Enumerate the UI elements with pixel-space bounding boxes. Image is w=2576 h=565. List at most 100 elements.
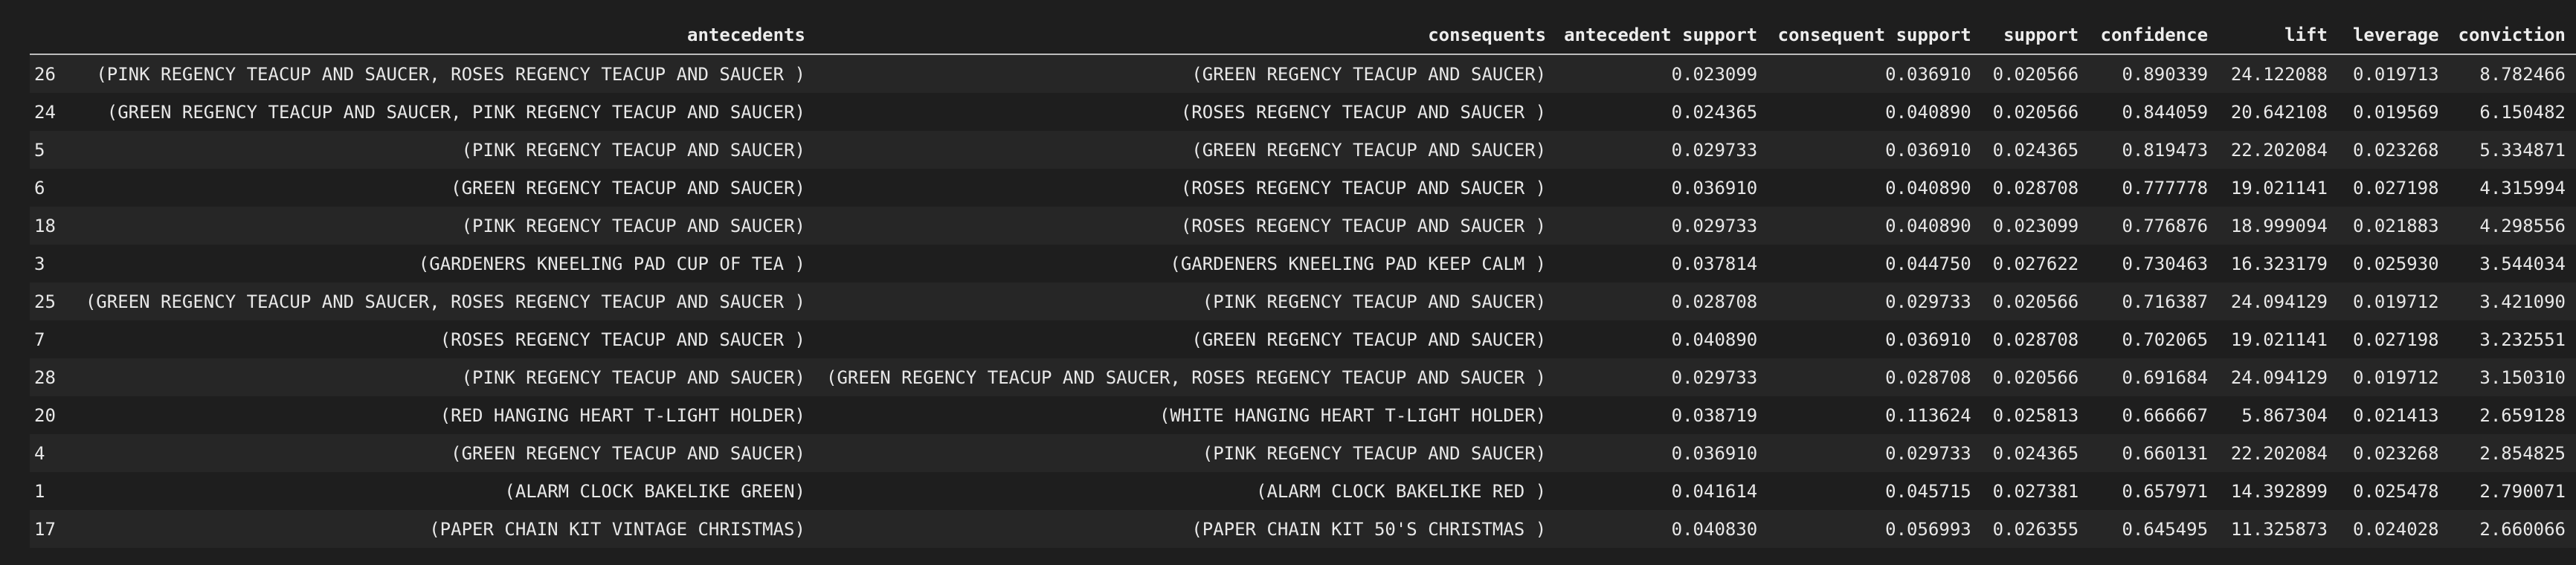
cell-lift: 22.202084 xyxy=(2218,434,2338,472)
cell-consequents: (ROSES REGENCY TEACUP AND SAUCER ) xyxy=(815,169,1557,207)
row-index: 5 xyxy=(30,131,75,169)
row-index: 3 xyxy=(30,245,75,282)
table-body: 26 (PINK REGENCY TEACUP AND SAUCER, ROSES… xyxy=(30,54,2576,548)
cell-conviction: 6.150482 xyxy=(2449,93,2576,131)
cell-confidence: 0.716387 xyxy=(2089,282,2219,320)
cell-consequents: (PINK REGENCY TEACUP AND SAUCER) xyxy=(815,282,1557,320)
row-index: 25 xyxy=(30,282,75,320)
table-row: 28 (PINK REGENCY TEACUP AND SAUCER) (GREEN… xyxy=(30,358,2576,396)
cell-antecedent-support: 0.038719 xyxy=(1556,396,1768,434)
cell-confidence: 0.730463 xyxy=(2089,245,2219,282)
cell-antecedent-support: 0.040890 xyxy=(1556,320,1768,358)
cell-antecedent-support: 0.029733 xyxy=(1556,207,1768,245)
cell-confidence: 0.645495 xyxy=(2089,510,2219,548)
cell-consequents: (ALARM CLOCK BAKELIKE RED ) xyxy=(815,472,1557,510)
cell-antecedent-support: 0.029733 xyxy=(1556,358,1768,396)
row-index: 17 xyxy=(30,510,75,548)
cell-antecedents: (GREEN REGENCY TEACUP AND SAUCER) xyxy=(74,434,816,472)
cell-consequent-support: 0.029733 xyxy=(1768,282,1982,320)
cell-lift: 11.325873 xyxy=(2218,510,2338,548)
cell-consequent-support: 0.029733 xyxy=(1768,434,1982,472)
cell-conviction: 2.854825 xyxy=(2449,434,2576,472)
cell-antecedents: (GREEN REGENCY TEACUP AND SAUCER, PINK R… xyxy=(74,93,816,131)
cell-consequent-support: 0.040890 xyxy=(1768,93,1982,131)
cell-antecedent-support: 0.040830 xyxy=(1556,510,1768,548)
cell-antecedents: (ROSES REGENCY TEACUP AND SAUCER ) xyxy=(74,320,816,358)
row-index: 18 xyxy=(30,207,75,245)
table-row: 24 (GREEN REGENCY TEACUP AND SAUCER, PINK… xyxy=(30,93,2576,131)
cell-antecedent-support: 0.029733 xyxy=(1556,131,1768,169)
cell-confidence: 0.666667 xyxy=(2089,396,2219,434)
cell-conviction: 2.660066 xyxy=(2449,510,2576,548)
cell-support: 0.027622 xyxy=(1981,245,2090,282)
cell-support: 0.020566 xyxy=(1981,54,2090,93)
cell-consequent-support: 0.036910 xyxy=(1768,54,1982,93)
cell-confidence: 0.844059 xyxy=(2089,93,2219,131)
header-leverage: leverage xyxy=(2337,16,2450,55)
cell-lift: 18.999094 xyxy=(2218,207,2338,245)
cell-leverage: 0.023268 xyxy=(2337,434,2450,472)
cell-antecedent-support: 0.028708 xyxy=(1556,282,1768,320)
cell-consequents: (GREEN REGENCY TEACUP AND SAUCER, ROSES … xyxy=(815,358,1557,396)
cell-antecedents: (PINK REGENCY TEACUP AND SAUCER, ROSES R… xyxy=(74,54,816,93)
cell-confidence: 0.702065 xyxy=(2089,320,2219,358)
cell-consequent-support: 0.044750 xyxy=(1768,245,1982,282)
cell-leverage: 0.023268 xyxy=(2337,131,2450,169)
cell-antecedents: (GREEN REGENCY TEACUP AND SAUCER) xyxy=(74,169,816,207)
cell-leverage: 0.019713 xyxy=(2337,54,2450,93)
cell-confidence: 0.660131 xyxy=(2089,434,2219,472)
cell-support: 0.023099 xyxy=(1981,207,2090,245)
cell-antecedents: (ALARM CLOCK BAKELIKE GREEN) xyxy=(74,472,816,510)
header-antecedents: antecedents xyxy=(74,16,816,55)
cell-conviction: 3.150310 xyxy=(2449,358,2576,396)
cell-support: 0.020566 xyxy=(1981,358,2090,396)
cell-lift: 5.867304 xyxy=(2218,396,2338,434)
cell-leverage: 0.019712 xyxy=(2337,282,2450,320)
cell-leverage: 0.027198 xyxy=(2337,169,2450,207)
row-index: 26 xyxy=(30,54,75,93)
cell-antecedents: (RED HANGING HEART T-LIGHT HOLDER) xyxy=(74,396,816,434)
cell-conviction: 4.298556 xyxy=(2449,207,2576,245)
cell-support: 0.026355 xyxy=(1981,510,2090,548)
cell-antecedent-support: 0.023099 xyxy=(1556,54,1768,93)
cell-leverage: 0.021413 xyxy=(2337,396,2450,434)
cell-consequents: (ROSES REGENCY TEACUP AND SAUCER ) xyxy=(815,207,1557,245)
cell-consequents: (GREEN REGENCY TEACUP AND SAUCER) xyxy=(815,320,1557,358)
cell-consequents: (PAPER CHAIN KIT 50'S CHRISTMAS ) xyxy=(815,510,1557,548)
cell-support: 0.024365 xyxy=(1981,434,2090,472)
header-confidence: confidence xyxy=(2089,16,2219,55)
table-row: 26 (PINK REGENCY TEACUP AND SAUCER, ROSES… xyxy=(30,54,2576,93)
row-index: 6 xyxy=(30,169,75,207)
cell-antecedents: (PAPER CHAIN KIT VINTAGE CHRISTMAS) xyxy=(74,510,816,548)
cell-support: 0.024365 xyxy=(1981,131,2090,169)
cell-support: 0.027381 xyxy=(1981,472,2090,510)
cell-antecedents: (PINK REGENCY TEACUP AND SAUCER) xyxy=(74,131,816,169)
cell-consequents: (ROSES REGENCY TEACUP AND SAUCER ) xyxy=(815,93,1557,131)
cell-antecedents: (GREEN REGENCY TEACUP AND SAUCER, ROSES … xyxy=(74,282,816,320)
cell-consequents: (GREEN REGENCY TEACUP AND SAUCER) xyxy=(815,131,1557,169)
cell-conviction: 4.315994 xyxy=(2449,169,2576,207)
cell-conviction: 3.544034 xyxy=(2449,245,2576,282)
cell-consequent-support: 0.028708 xyxy=(1768,358,1982,396)
cell-consequents: (GARDENERS KNEELING PAD KEEP CALM ) xyxy=(815,245,1557,282)
cell-consequents: (WHITE HANGING HEART T-LIGHT HOLDER) xyxy=(815,396,1557,434)
table-row: 18 (PINK REGENCY TEACUP AND SAUCER) (ROSES… xyxy=(30,207,2576,245)
table-row: 3 (GARDENERS KNEELING PAD CUP OF TEA ) (GA… xyxy=(30,245,2576,282)
header-index xyxy=(30,16,75,55)
cell-confidence: 0.776876 xyxy=(2089,207,2219,245)
cell-conviction: 5.334871 xyxy=(2449,131,2576,169)
cell-antecedents: (GARDENERS KNEELING PAD CUP OF TEA ) xyxy=(74,245,816,282)
cell-leverage: 0.025930 xyxy=(2337,245,2450,282)
cell-lift: 19.021141 xyxy=(2218,169,2338,207)
table-row: 20 (RED HANGING HEART T-LIGHT HOLDER) (WHI… xyxy=(30,396,2576,434)
cell-antecedent-support: 0.024365 xyxy=(1556,93,1768,131)
cell-consequents: (GREEN REGENCY TEACUP AND SAUCER) xyxy=(815,54,1557,93)
cell-antecedents: (PINK REGENCY TEACUP AND SAUCER) xyxy=(74,358,816,396)
cell-conviction: 2.790071 xyxy=(2449,472,2576,510)
cell-confidence: 0.890339 xyxy=(2089,54,2219,93)
cell-antecedent-support: 0.036910 xyxy=(1556,169,1768,207)
cell-support: 0.028708 xyxy=(1981,169,2090,207)
cell-consequents: (PINK REGENCY TEACUP AND SAUCER) xyxy=(815,434,1557,472)
cell-leverage: 0.024028 xyxy=(2337,510,2450,548)
cell-support: 0.020566 xyxy=(1981,282,2090,320)
